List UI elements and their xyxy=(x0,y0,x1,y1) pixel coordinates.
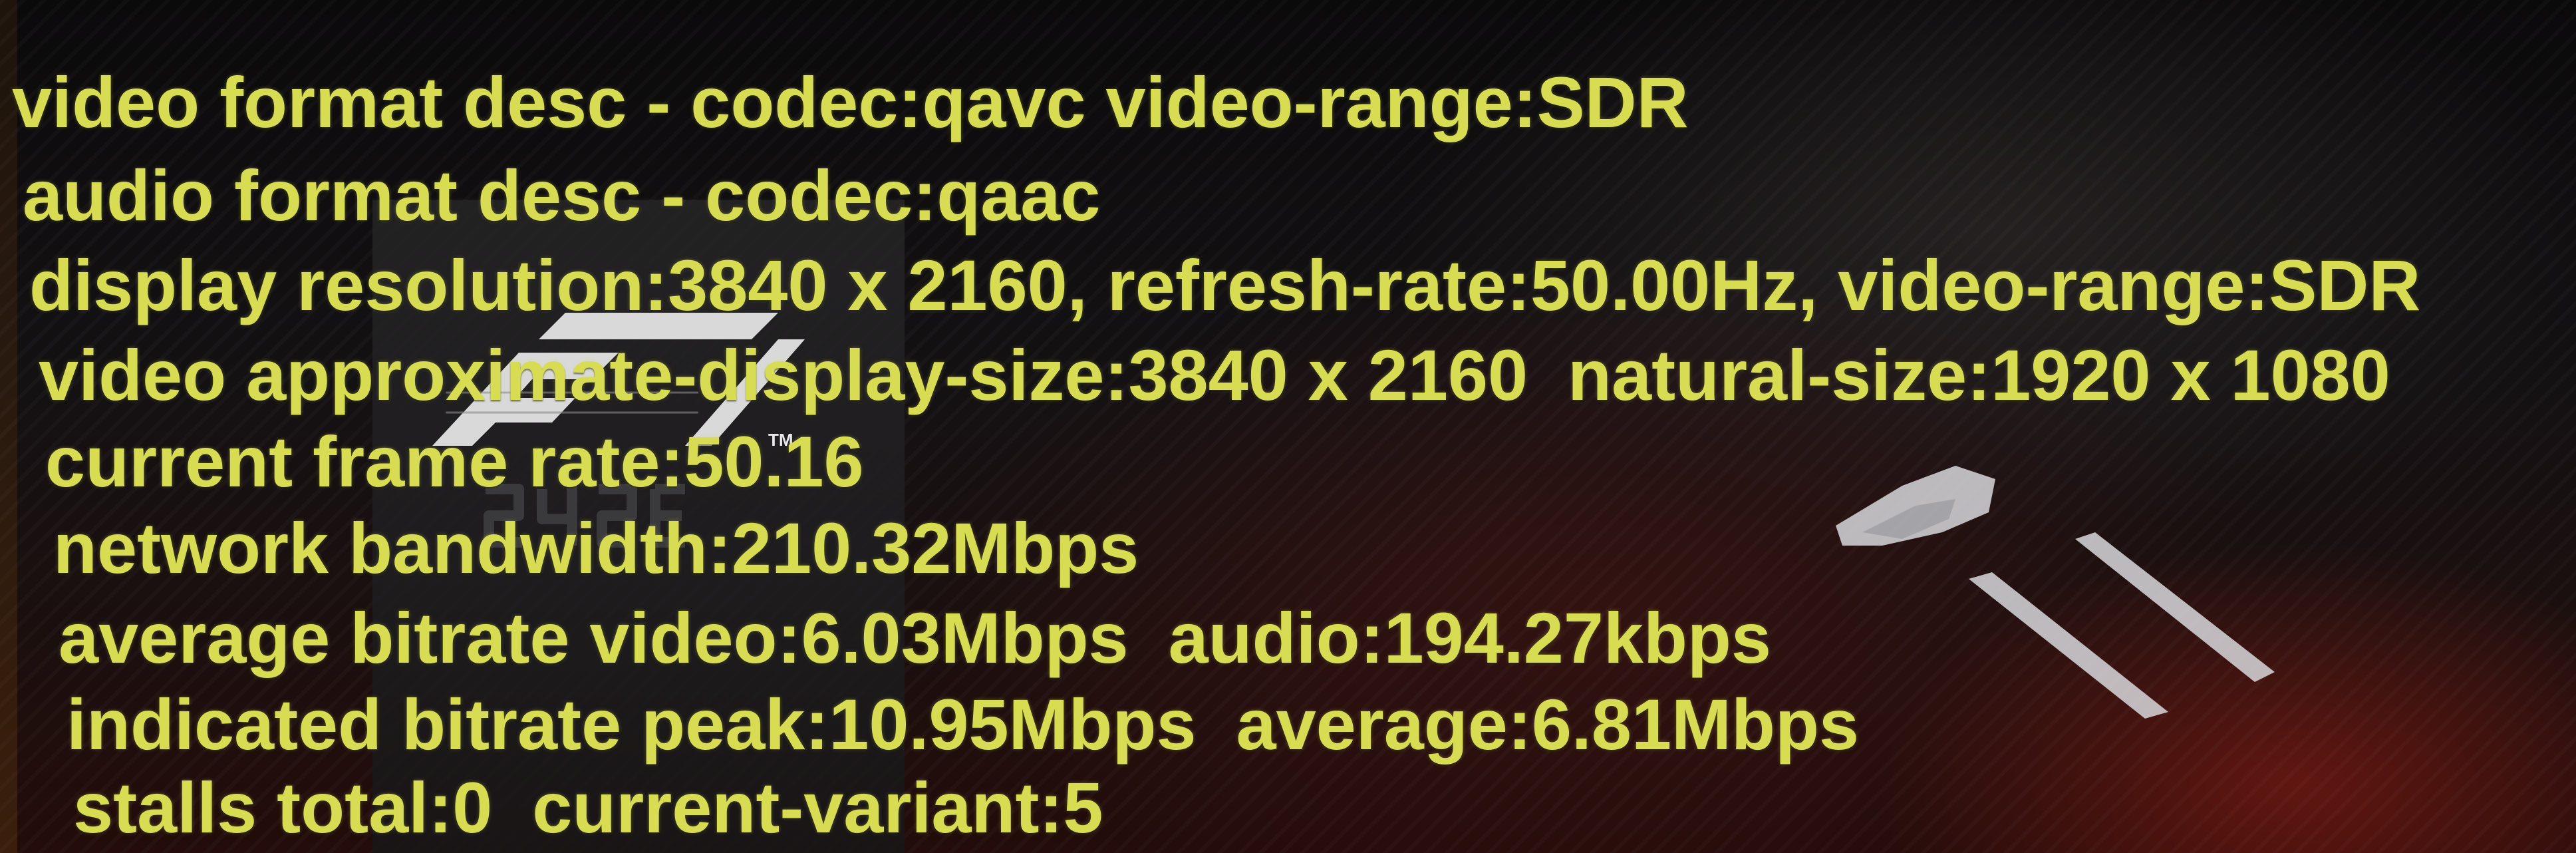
display-resolution-line: display resolution:3840 x 2160, refresh-… xyxy=(29,245,2421,325)
indicated-bitrate-line: indicated bitrate peak:10.95Mbps average… xyxy=(67,684,1859,765)
network-bandwidth-line: network bandwidth:210.32Mbps xyxy=(53,508,1139,588)
playback-stats-overlay: video format desc - codec:qavc video-ran… xyxy=(0,0,2576,853)
display-size-line: video approximate-display-size:3840 x 21… xyxy=(39,335,2390,415)
stalls-variant-line: stalls total:0 current-variant:5 xyxy=(73,767,1103,848)
audio-format-line: audio format desc - codec:qaac xyxy=(23,155,1101,236)
frame-rate-line: current frame rate:50.16 xyxy=(45,421,864,502)
video-format-line: video format desc - codec:qavc video-ran… xyxy=(12,62,1689,142)
video-player-screen: TM video format desc - codec:qavc video-… xyxy=(0,0,2576,853)
average-bitrate-line: average bitrate video:6.03Mbps audio:194… xyxy=(59,597,1771,678)
